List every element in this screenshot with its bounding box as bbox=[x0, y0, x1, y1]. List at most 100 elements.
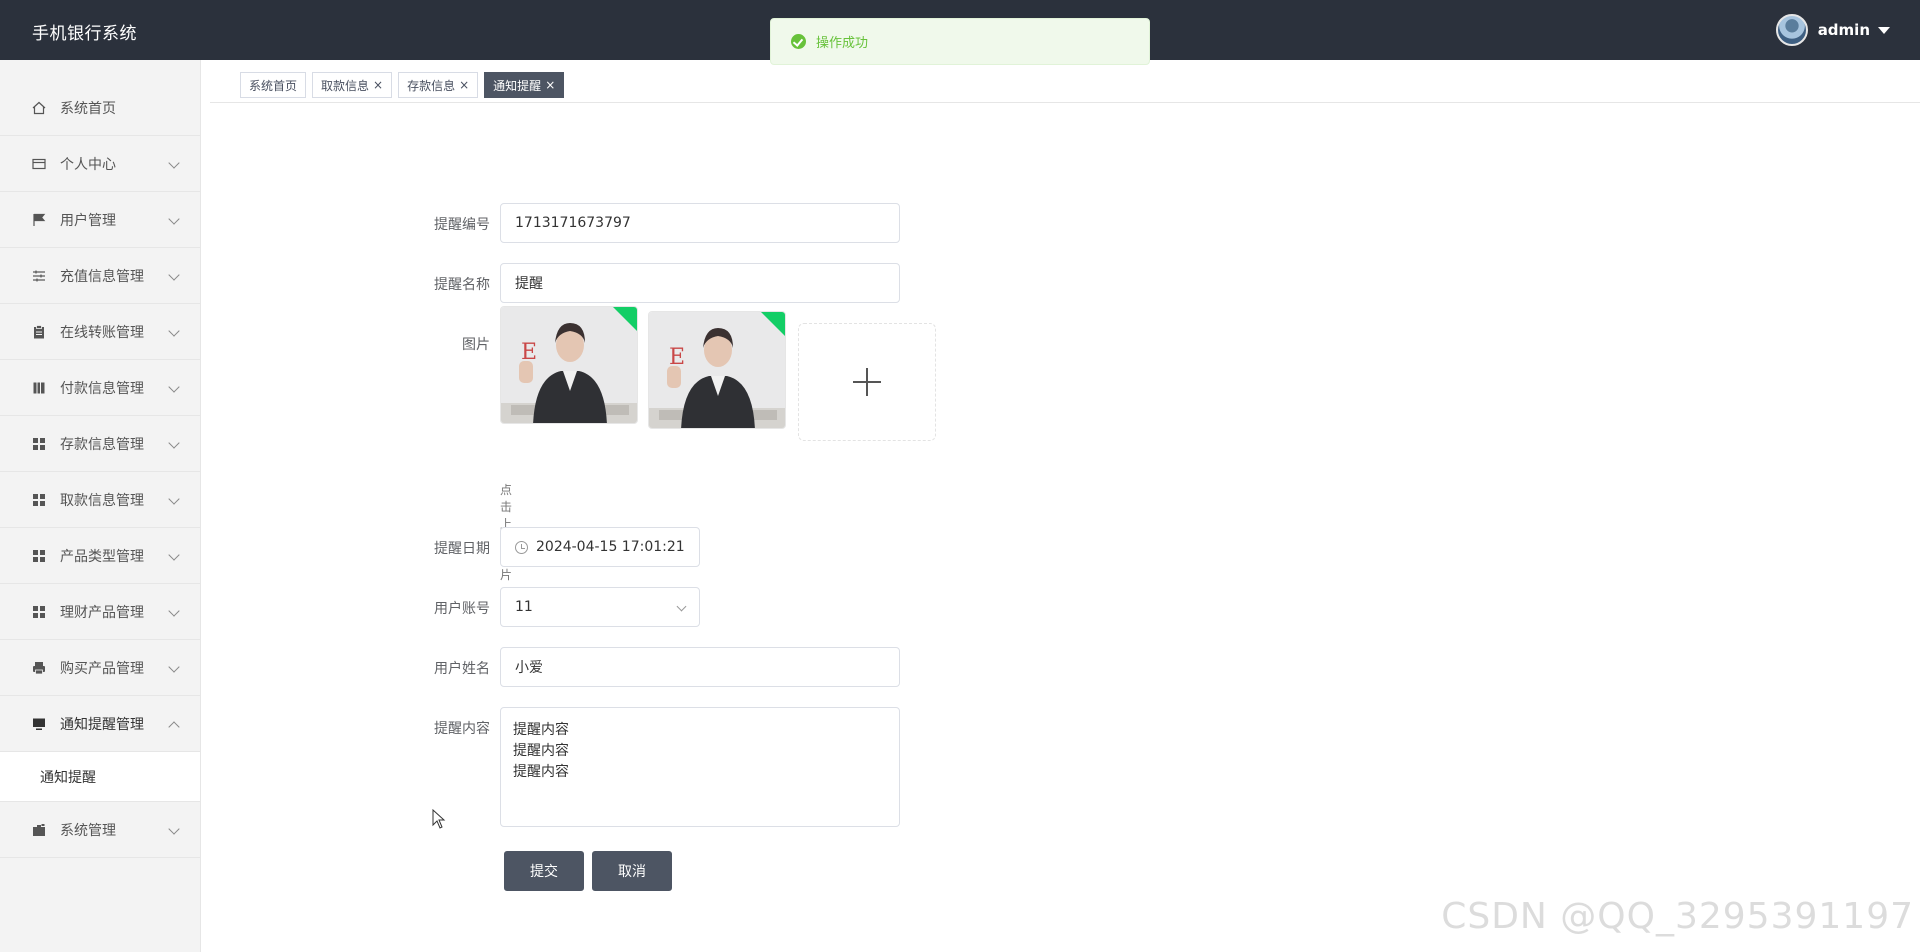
tab-deposit[interactable]: 存款信息 × bbox=[398, 72, 479, 98]
success-toast: 操作成功 bbox=[770, 18, 1150, 65]
sidebar-item-label: 产品类型管理 bbox=[60, 548, 144, 565]
upload-success-badge bbox=[613, 307, 637, 331]
user-account-select[interactable]: 11 bbox=[500, 587, 700, 627]
form-row-reminder-content: 提醒内容 bbox=[420, 718, 490, 738]
sidebar-item-users[interactable]: 用户管理 bbox=[0, 192, 200, 248]
reminder-content-label: 提醒内容 bbox=[434, 721, 490, 737]
card-icon bbox=[30, 155, 48, 173]
clock-icon bbox=[515, 540, 528, 554]
caret-down-icon[interactable] bbox=[1878, 26, 1890, 34]
reminder-content-textarea[interactable]: 提醒内容 提醒内容 提醒内容 bbox=[500, 707, 900, 827]
sliders-icon bbox=[30, 267, 48, 285]
reminder-no-value: 1713171673797 bbox=[515, 215, 631, 231]
sidebar-item-transfer[interactable]: 在线转账管理 bbox=[0, 304, 200, 360]
sidebar-item-notification[interactable]: 通知提醒管理 bbox=[0, 696, 200, 752]
sidebar-item-label: 充值信息管理 bbox=[60, 268, 144, 285]
reminder-no-input[interactable]: 1713171673797 bbox=[500, 203, 900, 243]
user-name-input[interactable]: 小爱 bbox=[500, 647, 900, 687]
sidebar-item-label: 用户管理 bbox=[60, 212, 116, 229]
reminder-name-input[interactable]: 提醒 bbox=[500, 263, 900, 303]
sidebar: 系统首页 个人中心 用户管理 充值信息管理 在线转账管理 付款信息管理 存款信息… bbox=[0, 60, 201, 952]
form-row-reminder-no: 提醒编号 bbox=[420, 214, 490, 234]
grid-icon bbox=[30, 491, 48, 509]
printer-icon bbox=[30, 659, 48, 677]
tab-label: 通知提醒 bbox=[493, 78, 542, 93]
mouse-cursor-icon bbox=[432, 809, 446, 829]
sidebar-item-purchase[interactable]: 购买产品管理 bbox=[0, 640, 200, 696]
sidebar-item-withdrawal[interactable]: 取款信息管理 bbox=[0, 472, 200, 528]
chevron-down-icon bbox=[168, 324, 180, 337]
reminder-name-label: 提醒名称 bbox=[434, 277, 490, 293]
book-icon bbox=[30, 379, 48, 397]
user-name-value: 小爱 bbox=[515, 660, 543, 676]
sidebar-item-label: 付款信息管理 bbox=[60, 380, 144, 397]
user-name-label: 用户姓名 bbox=[434, 661, 490, 677]
form-row-user-name: 用户姓名 bbox=[420, 658, 490, 678]
sidebar-item-payment[interactable]: 付款信息管理 bbox=[0, 360, 200, 416]
tabs-bar: 系统首页 取款信息 × 存款信息 × 通知提醒 × bbox=[210, 60, 1920, 103]
sidebar-subitem-notification[interactable]: 通知提醒 bbox=[0, 752, 200, 802]
reminder-date-value: 2024-04-15 17:01:21 bbox=[536, 539, 685, 555]
form-row-reminder-date: 提醒日期 bbox=[420, 538, 490, 558]
sidebar-item-label: 购买产品管理 bbox=[60, 660, 144, 677]
chevron-down-icon bbox=[168, 548, 180, 561]
close-icon[interactable]: × bbox=[373, 78, 383, 92]
sidebar-item-label: 系统首页 bbox=[60, 100, 116, 117]
picture-label: 图片 bbox=[462, 337, 490, 353]
tab-list: 系统首页 取款信息 × 存款信息 × 通知提醒 × bbox=[240, 72, 570, 98]
user-account-label: 用户账号 bbox=[434, 601, 490, 617]
chevron-down-icon bbox=[168, 268, 180, 281]
avatar[interactable] bbox=[1775, 14, 1808, 46]
reminder-no-label: 提醒编号 bbox=[434, 217, 490, 233]
sidebar-item-label: 理财产品管理 bbox=[60, 604, 144, 621]
reminder-date-label: 提醒日期 bbox=[434, 541, 490, 557]
sidebar-item-financial-product[interactable]: 理财产品管理 bbox=[0, 584, 200, 640]
tab-label: 存款信息 bbox=[407, 78, 456, 93]
sidebar-item-label: 通知提醒管理 bbox=[60, 716, 144, 733]
form-row-picture: 图片 bbox=[420, 334, 490, 354]
chevron-down-icon bbox=[168, 822, 180, 835]
grid-icon bbox=[30, 435, 48, 453]
toast-message: 操作成功 bbox=[816, 36, 869, 51]
chevron-down-icon bbox=[168, 380, 180, 393]
sidebar-item-personal[interactable]: 个人中心 bbox=[0, 136, 200, 192]
sidebar-item-label: 系统管理 bbox=[60, 822, 116, 839]
sidebar-item-recharge[interactable]: 充值信息管理 bbox=[0, 248, 200, 304]
chevron-down-icon bbox=[676, 601, 687, 612]
grid-icon bbox=[30, 603, 48, 621]
tab-notification[interactable]: 通知提醒 × bbox=[484, 72, 565, 98]
clipboard-icon bbox=[30, 323, 48, 341]
chevron-up-icon bbox=[168, 720, 180, 733]
monitor-icon bbox=[30, 715, 48, 733]
chevron-down-icon bbox=[168, 212, 180, 225]
image-upload-button[interactable] bbox=[798, 323, 936, 441]
flag-icon bbox=[30, 211, 48, 229]
submit-button[interactable]: 提交 bbox=[504, 851, 584, 891]
tab-label: 取款信息 bbox=[321, 78, 370, 93]
close-icon[interactable]: × bbox=[459, 78, 469, 92]
sidebar-item-label: 在线转账管理 bbox=[60, 324, 144, 341]
sidebar-item-product-type[interactable]: 产品类型管理 bbox=[0, 528, 200, 584]
app-title: 手机银行系统 bbox=[32, 24, 137, 44]
form-row-reminder-name: 提醒名称 bbox=[420, 274, 490, 294]
tab-home[interactable]: 系统首页 bbox=[240, 72, 307, 98]
reminder-name-value: 提醒 bbox=[515, 276, 543, 292]
chevron-down-icon bbox=[168, 436, 180, 449]
uploaded-image-1[interactable]: E bbox=[500, 306, 638, 424]
user-menu[interactable]: admin bbox=[1775, 13, 1890, 47]
sidebar-item-home[interactable]: 系统首页 bbox=[0, 60, 200, 136]
plus-icon bbox=[853, 368, 881, 396]
tab-withdrawal[interactable]: 取款信息 × bbox=[312, 72, 393, 98]
tab-label: 系统首页 bbox=[249, 78, 298, 93]
username[interactable]: admin bbox=[1818, 21, 1870, 39]
close-icon[interactable]: × bbox=[545, 78, 555, 92]
cancel-button[interactable]: 取消 bbox=[592, 851, 672, 891]
uploaded-image-2[interactable]: E bbox=[648, 311, 786, 429]
sidebar-item-deposit[interactable]: 存款信息管理 bbox=[0, 416, 200, 472]
sidebar-item-system[interactable]: 系统管理 bbox=[0, 802, 200, 858]
sidebar-item-label: 存款信息管理 bbox=[60, 436, 144, 453]
reminder-date-picker[interactable]: 2024-04-15 17:01:21 bbox=[500, 527, 700, 567]
sidebar-subitem-label: 通知提醒 bbox=[40, 769, 96, 786]
form-row-user-account: 用户账号 bbox=[420, 598, 490, 618]
chevron-down-icon bbox=[168, 604, 180, 617]
